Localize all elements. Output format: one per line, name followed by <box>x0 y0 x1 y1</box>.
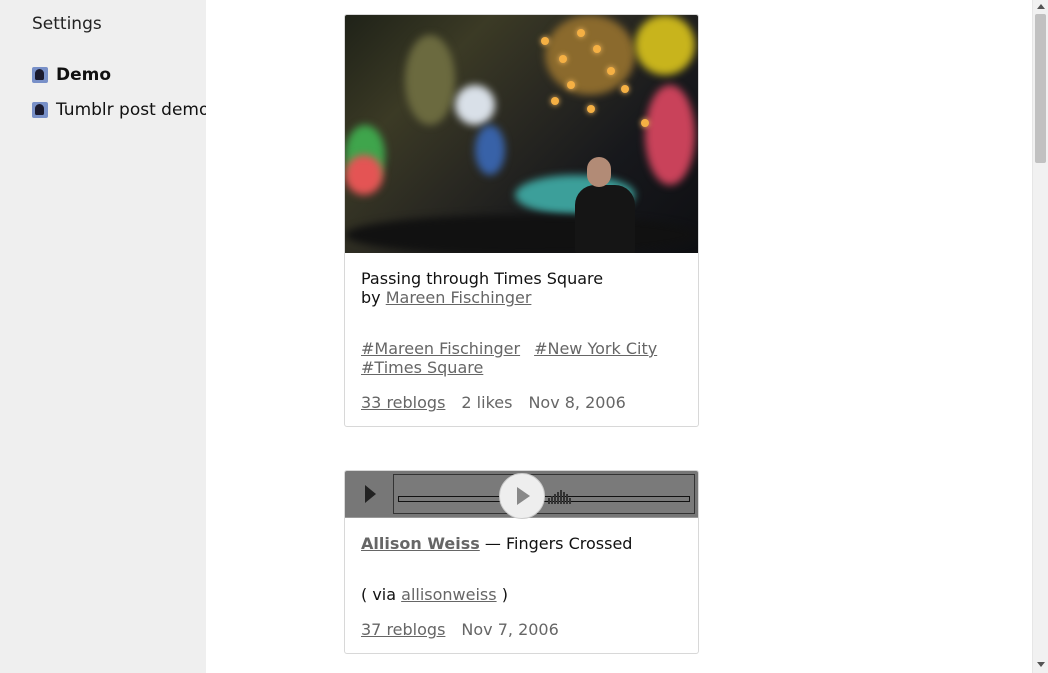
vertical-scrollbar[interactable] <box>1032 0 1048 673</box>
soundcloud-icon <box>548 485 582 504</box>
post-photo[interactable] <box>345 15 698 253</box>
tag-link[interactable]: #Mareen Fischinger <box>361 339 520 358</box>
settings-link[interactable]: Settings <box>32 14 102 34</box>
audio-player <box>345 471 698 519</box>
via-suffix: ) <box>501 585 508 604</box>
sidebar-item-label: Demo <box>56 65 112 85</box>
via-source-link[interactable]: allisonweiss <box>401 585 496 604</box>
post-date: Nov 7, 2006 <box>461 620 559 639</box>
artist-link[interactable]: Allison Weiss <box>361 534 480 553</box>
sidebar-item-demo[interactable]: Demo <box>32 65 111 85</box>
photo-post: Passing through Times Square by Mareen F… <box>344 14 699 427</box>
sidebar: Settings Demo Tumblr post demo <box>0 0 209 673</box>
person-silhouette <box>575 185 635 253</box>
track-name: Fingers Crossed <box>505 534 633 553</box>
via-prefix: ( via <box>361 585 397 604</box>
scroll-up-icon[interactable] <box>1037 4 1045 9</box>
play-icon[interactable] <box>365 485 376 503</box>
play-button-icon[interactable] <box>499 473 545 519</box>
avatar-icon <box>32 102 48 118</box>
sidebar-item-tumblr-post-demo[interactable]: Tumblr post demo <box>32 100 209 120</box>
audio-post: Allison Weiss — Fingers Crossed ( via al… <box>344 470 699 654</box>
reblogs-link[interactable]: 33 reblogs <box>361 393 445 412</box>
tag-link[interactable]: #New York City <box>534 339 657 358</box>
audio-waveform[interactable] <box>393 473 695 519</box>
post-caption-title: Passing through Times Square <box>361 269 604 288</box>
post-meta: 37 reblogs Nov 7, 2006 <box>361 620 682 639</box>
caption-author-link[interactable]: Mareen Fischinger <box>386 288 532 307</box>
track-title: Allison Weiss — Fingers Crossed <box>361 534 682 553</box>
avatar-icon <box>32 67 48 83</box>
post-date: Nov 8, 2006 <box>528 393 626 412</box>
dashboard-main: Passing through Times Square by Mareen F… <box>206 0 1032 673</box>
scroll-down-icon[interactable] <box>1037 662 1045 667</box>
post-meta: 33 reblogs 2 likes Nov 8, 2006 <box>361 393 682 412</box>
via-line: ( via allisonweiss ) <box>361 585 682 604</box>
likes-count: 2 likes <box>461 393 513 412</box>
post-tags: #Mareen Fischinger #New York City #Times … <box>361 339 682 377</box>
person-head <box>587 157 611 187</box>
sidebar-item-label: Tumblr post demo <box>56 100 210 120</box>
reblogs-link[interactable]: 37 reblogs <box>361 620 445 639</box>
track-dash: — <box>484 534 501 553</box>
caption-by-prefix: by <box>361 288 381 307</box>
scroll-thumb[interactable] <box>1035 14 1046 163</box>
tag-link[interactable]: #Times Square <box>361 358 483 377</box>
